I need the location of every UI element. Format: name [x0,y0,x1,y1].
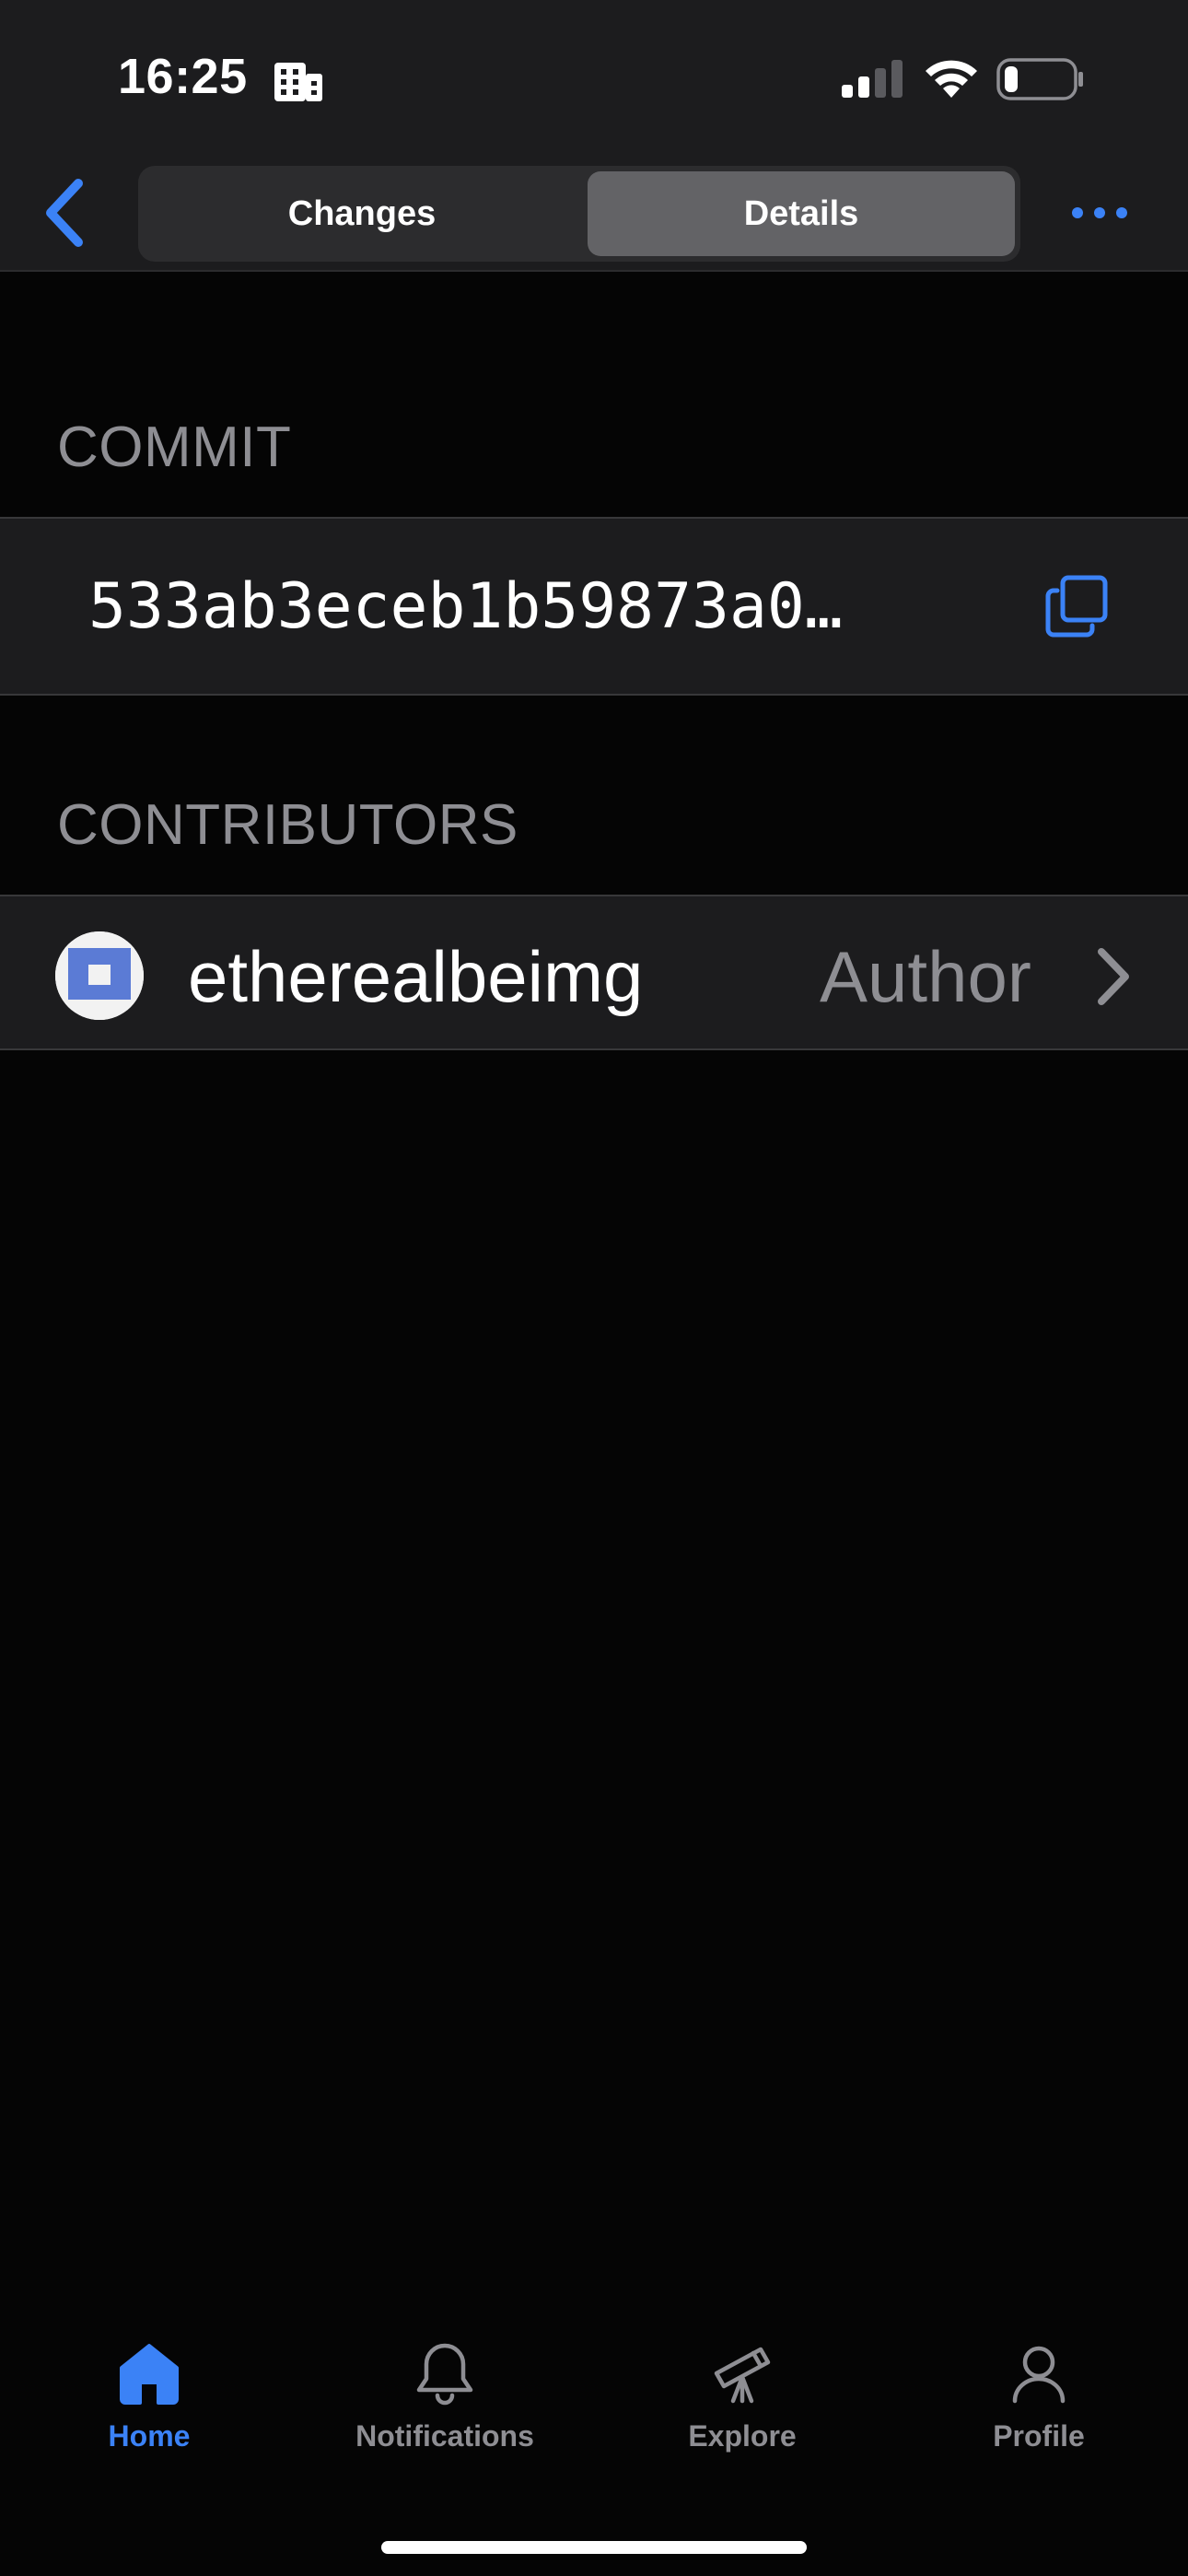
tab-explore[interactable]: Explore [627,2340,857,2478]
avatar [55,931,144,1020]
tab-home-label: Home [108,2419,191,2453]
battery-icon [996,58,1083,100]
identicon-icon [55,931,144,1020]
navigation-bar: Changes Details [0,157,1188,272]
wifi-icon [926,60,977,98]
segment-details[interactable]: Details [588,171,1015,256]
house-icon [120,2344,179,2405]
home-indicator [381,2541,807,2554]
tab-notifications[interactable]: Notifications [330,2340,560,2478]
cellular-signal-icon [842,60,903,98]
contributors-section-header: CONTRIBUTORS [57,793,518,857]
commit-sha: 533ab3eceb1b59873a0… [88,570,843,643]
building-icon [274,63,322,101]
chevron-right-icon [1098,948,1129,1005]
status-bar: 16:25 [0,0,1188,157]
tab-bar: Home Notifications Explore Profile [0,2322,1188,2576]
bell-icon [416,2343,473,2406]
tab-profile[interactable]: Profile [924,2340,1154,2478]
contributor-row[interactable]: etherealbeimg Author [0,895,1188,1050]
person-icon [1012,2346,1066,2404]
tab-home[interactable]: Home [34,2340,264,2478]
telescope-icon [714,2347,771,2404]
tab-explore-label: Explore [688,2419,797,2453]
contributor-role: Author [820,936,1031,1017]
more-options-button[interactable] [1061,181,1138,245]
commit-sha-row: 533ab3eceb1b59873a0… [0,517,1188,696]
tab-profile-label: Profile [993,2419,1085,2453]
status-time: 16:25 [118,49,248,104]
copy-icon[interactable] [1044,574,1109,638]
contributor-name: etherealbeimg [188,936,644,1017]
commit-section-header: COMMIT [57,416,292,479]
segmented-control: Changes Details [138,166,1020,262]
segment-changes[interactable]: Changes [144,171,580,256]
tab-notifications-label: Notifications [355,2419,534,2453]
back-button[interactable] [28,171,101,254]
chevron-left-icon [46,179,83,247]
ellipsis-icon [1072,207,1127,218]
